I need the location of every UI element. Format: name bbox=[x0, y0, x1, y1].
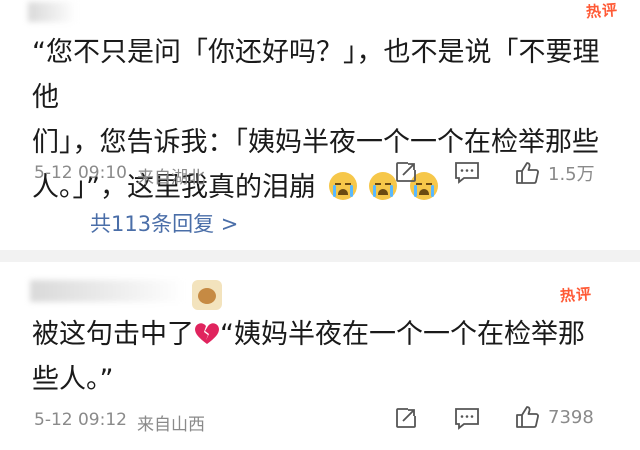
comment-location: 来自山西 bbox=[136, 415, 205, 435]
comment-meta: 5-12 09:10 来自湖北 bbox=[34, 163, 205, 188]
comment-line: 些人。” bbox=[32, 364, 114, 395]
blurred-username bbox=[30, 280, 185, 302]
share-button[interactable] bbox=[394, 160, 418, 184]
hot-comment-badge: 热评 bbox=[585, 0, 619, 22]
comment-time: 5-12 09:12 bbox=[34, 410, 127, 430]
comment-meta: 5-12 09:12 来自山西 bbox=[34, 410, 205, 435]
blurred-username bbox=[28, 2, 76, 22]
comment-button[interactable] bbox=[454, 160, 480, 184]
comment-divider bbox=[0, 250, 640, 262]
share-icon bbox=[396, 162, 416, 182]
share-button[interactable] bbox=[394, 406, 418, 430]
comment-line: “您不只是问「你还好吗？」，也不是说「不要理他 bbox=[32, 37, 600, 113]
comment-line: 被这句击中了 “姨妈半夜在一个一个在检举那 bbox=[32, 319, 585, 350]
share-icon bbox=[396, 408, 416, 428]
comment-button[interactable] bbox=[454, 406, 480, 430]
view-replies-link[interactable]: 共113条回复 > bbox=[90, 208, 238, 238]
crying-face-emoji bbox=[369, 172, 398, 200]
comment-text: 被这句击中了 “姨妈半夜在一个一个在检举那 些人。” bbox=[32, 312, 612, 402]
user-badge-icon bbox=[192, 280, 222, 310]
comment-icon bbox=[455, 408, 479, 430]
comment-time: 5-12 09:10 bbox=[34, 163, 127, 183]
like-icon bbox=[516, 406, 539, 428]
comment-location: 来自湖北 bbox=[136, 168, 205, 188]
like-button[interactable]: 1.5万 bbox=[514, 160, 595, 186]
hot-comment-badge: 热评 bbox=[559, 284, 593, 306]
comment-icon bbox=[455, 162, 479, 184]
broken-heart-emoji bbox=[195, 323, 219, 344]
like-count: 1.5万 bbox=[548, 164, 595, 185]
comment-line: 们」，您告诉我：「姨妈半夜一个一个在检举那些 bbox=[32, 127, 599, 158]
like-button[interactable]: 7398 bbox=[514, 404, 594, 430]
like-icon bbox=[516, 162, 539, 184]
crying-face-emoji bbox=[328, 172, 357, 200]
like-count: 7398 bbox=[548, 406, 594, 428]
